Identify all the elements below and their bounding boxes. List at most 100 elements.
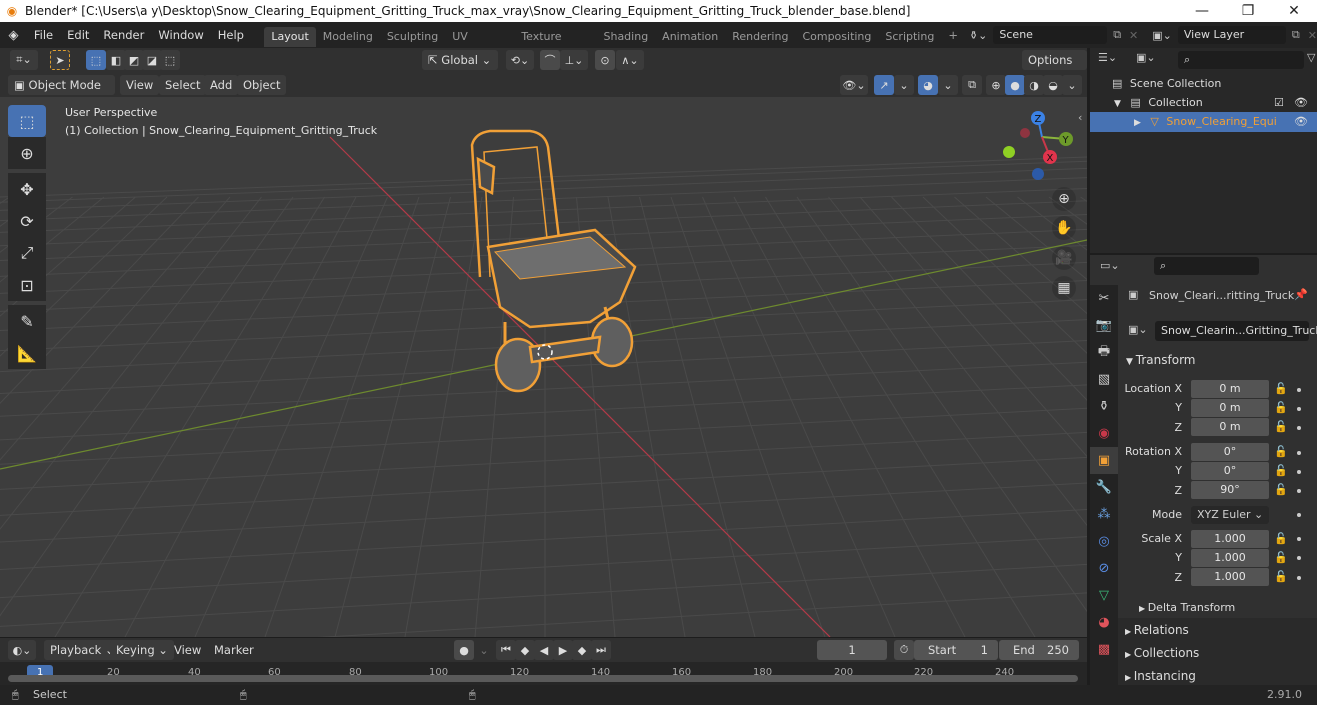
menu-edit[interactable]: Edit [60,22,96,48]
tab-modeling[interactable]: Modeling [316,27,380,47]
add-workspace-button[interactable]: + [941,22,965,48]
delete-scene-icon[interactable]: ✕ [1129,29,1138,42]
new-scene-icon[interactable]: ⧉ [1113,28,1121,42]
rotation-mode-dropdown[interactable]: XYZ Euler ⌄ [1191,506,1269,524]
tab-uv-editing[interactable]: UV Editing [445,27,514,63]
jump-start-icon[interactable]: ⏮ [496,640,516,660]
menu-file[interactable]: File [27,22,60,48]
cursor-tool-icon[interactable]: ⊕ [8,137,46,169]
wireframe-shading-icon[interactable]: ⊕ [986,75,1006,95]
select-menu[interactable]: Select [159,75,207,95]
tool-tab-icon[interactable]: ✂ [1090,285,1118,312]
location-z-field[interactable]: 0 m [1191,418,1269,436]
gizmo-toggle-icon[interactable]: ↗ [874,75,894,95]
outliner-scene-collection[interactable]: ▤ Scene Collection [1090,74,1317,94]
prev-keyframe-icon[interactable]: ◆ [515,640,535,660]
ortho-grid-icon[interactable]: ▦ [1052,276,1076,300]
select-box-tool-icon[interactable]: ⬚ [8,105,46,137]
scale-tool-icon[interactable]: ⤢ [8,237,46,269]
mesh-data-tab-icon[interactable]: ▽ [1090,582,1118,609]
select-intersect-icon[interactable]: ⬚ [160,50,180,70]
transform-orientation-dropdown[interactable]: ⇱ Global ⌄ [422,50,498,70]
snap-toggle-icon[interactable]: ⌒ [540,50,560,70]
gizmo-dropdown-icon[interactable]: ⌄ [894,75,914,95]
timeline-view-menu[interactable]: View [168,640,207,660]
transform-tool-icon[interactable]: ⊡ [8,269,46,301]
scale-y-field[interactable]: 1.000 [1191,549,1269,567]
maximize-button[interactable]: ❐ [1225,0,1271,22]
view-layer-field[interactable]: View Layer [1177,26,1286,44]
scene-icon[interactable]: ⚱⌄ [969,29,987,42]
select-invert-icon[interactable]: ◪ [142,50,162,70]
falloff-icon[interactable]: ∧⌄ [616,50,644,70]
measure-tool-icon[interactable]: 📐 [8,337,46,369]
tab-shading[interactable]: Shading [596,27,655,47]
select-tool-icon[interactable]: ➤ [50,50,70,70]
rotation-x-field[interactable]: 0° [1191,443,1269,461]
keyframe-dot[interactable] [1297,407,1301,411]
view-menu[interactable]: View [120,75,160,95]
pin-icon[interactable]: 📌 [1294,288,1308,301]
lock-location-y-icon[interactable]: 🔓 [1274,401,1288,414]
lock-scale-z-icon[interactable]: 🔓 [1274,570,1288,583]
object-data-icon[interactable]: ▣⌄ [1128,323,1148,336]
outliner-object-row[interactable]: ▶ ▽ Snow_Clearing_Equi 👁 [1090,112,1317,132]
current-frame-field[interactable]: 1 [817,640,887,660]
keyframe-dot[interactable] [1297,451,1301,455]
snap-target-icon[interactable]: ⊥⌄ [560,50,588,70]
tab-texture-paint[interactable]: Texture Paint [514,27,596,63]
properties-editor-type-icon[interactable]: ▭⌄ [1100,259,1120,272]
scene-name-field[interactable]: Scene [993,26,1108,44]
lock-rotation-x-icon[interactable]: 🔓 [1274,445,1288,458]
output-tab-icon[interactable]: 🖶 [1090,339,1118,366]
object-menu[interactable]: Object [237,75,287,95]
keyframe-dot[interactable] [1297,513,1301,517]
select-subtract-icon[interactable]: ◩ [124,50,144,70]
exclude-checkbox[interactable]: ☑ [1274,93,1284,113]
filter-icon[interactable]: ▽ [1307,51,1315,64]
rotation-z-field[interactable]: 90° [1191,481,1269,499]
proportional-edit-icon[interactable]: ⊙ [595,50,615,70]
outliner-collection[interactable]: ▼ ▤ Collection ☑ 👁 [1090,93,1317,113]
options-dropdown[interactable]: Options ⌄ [1022,50,1087,87]
render-tab-icon[interactable]: 📷 [1090,312,1118,339]
keyframe-dot[interactable] [1297,489,1301,493]
delete-view-layer-icon[interactable]: ✕ [1308,29,1317,42]
next-keyframe-icon[interactable]: ◆ [572,640,592,660]
timeline-editor-type-icon[interactable]: ◐⌄ [8,640,36,660]
close-button[interactable]: ✕ [1271,0,1317,22]
material-tab-icon[interactable]: ◕ [1090,609,1118,636]
solid-shading-icon[interactable]: ● [1005,75,1025,95]
pivot-point-icon[interactable]: ⟲⌄ [506,50,534,70]
add-menu[interactable]: Add [204,75,239,95]
record-dropdown-icon[interactable]: ⌄ [474,640,494,660]
keyframe-dot[interactable] [1297,556,1301,560]
sidebar-toggle-icon[interactable]: ‹ [1078,111,1082,124]
expand-arrow-icon[interactable]: ▼ [1114,99,1121,109]
menu-window[interactable]: Window [151,22,210,48]
record-icon[interactable]: ● [454,640,474,660]
texture-tab-icon[interactable]: ▩ [1090,636,1118,663]
lock-rotation-y-icon[interactable]: 🔓 [1274,464,1288,477]
filter-view-icon[interactable]: ▣⌄ [1136,51,1156,64]
zoom-icon[interactable]: ⊕ [1052,187,1076,211]
tab-rendering[interactable]: Rendering [725,27,795,47]
keyframe-dot[interactable] [1297,576,1301,580]
select-new-icon[interactable]: ⬚ [86,50,106,70]
visibility-eye-icon[interactable]: 👁 [1294,93,1308,113]
mode-dropdown[interactable]: ▣ Object Mode ⌄ [8,75,115,112]
3d-viewport[interactable]: Z Y X User Perspective (1) Collection | … [0,97,1087,637]
end-frame-field[interactable]: End 250 [999,640,1079,660]
rotation-y-field[interactable]: 0° [1191,462,1269,480]
overlay-toggle-icon[interactable]: ◕ [918,75,938,95]
minimize-button[interactable]: — [1179,0,1225,22]
expand-arrow-icon[interactable]: ▶ [1134,118,1141,128]
lock-scale-x-icon[interactable]: 🔓 [1274,532,1288,545]
keyframe-dot[interactable] [1297,426,1301,430]
lock-rotation-z-icon[interactable]: 🔓 [1274,483,1288,496]
delta-transform-panel[interactable]: ▶ Delta Transform [1139,601,1235,614]
lock-location-x-icon[interactable]: 🔓 [1274,382,1288,395]
visibility-icon[interactable]: 👁⌄ [840,75,868,95]
new-view-layer-icon[interactable]: ⧉ [1292,28,1300,42]
stopwatch-icon[interactable]: ⏱ [894,640,914,660]
